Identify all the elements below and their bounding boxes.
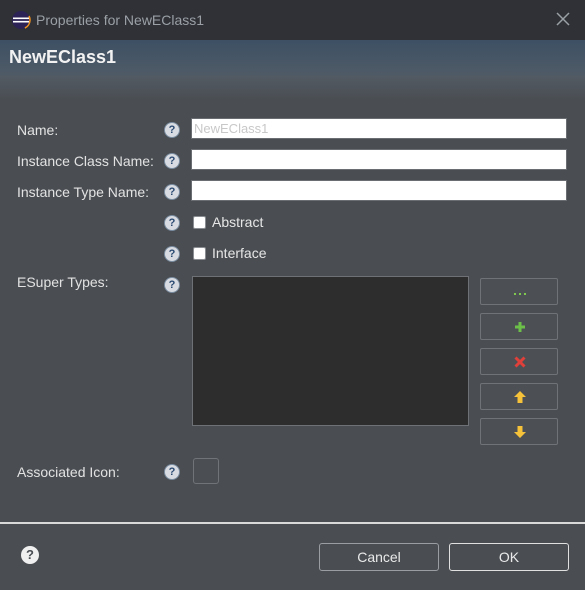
footer-separator (0, 522, 585, 524)
properties-dialog: Properties for NewEClass1 NewEClass1 Nam… (0, 0, 585, 590)
instance-type-name-input[interactable] (191, 180, 567, 201)
browse-icon (514, 293, 526, 295)
move-up-icon (514, 391, 526, 403)
close-icon[interactable] (554, 10, 572, 28)
remove-icon (514, 356, 526, 368)
interface-help-icon[interactable]: ? (164, 246, 180, 262)
abstract-help-icon[interactable]: ? (164, 215, 180, 231)
name-help-icon[interactable]: ? (164, 122, 180, 138)
move-down-icon (514, 426, 526, 438)
name-label: Name: (17, 122, 59, 138)
header-shadow (0, 76, 585, 100)
instance-class-name-label: Instance Class Name: (17, 153, 154, 169)
browse-button[interactable] (480, 278, 558, 305)
add-icon (515, 322, 525, 332)
name-input[interactable] (191, 118, 567, 139)
move-up-button[interactable] (480, 383, 558, 410)
help-icon[interactable]: ? (21, 546, 39, 564)
abstract-checkbox[interactable] (193, 216, 206, 229)
instance-type-name-help-icon[interactable]: ? (164, 184, 180, 200)
page-title: NewEClass1 (9, 47, 117, 67)
esuper-types-label: ESuper Types: (17, 274, 109, 290)
instance-class-name-help-icon[interactable]: ? (164, 153, 180, 169)
dialog-header: NewEClass1 (0, 40, 585, 76)
instance-class-name-input[interactable] (191, 149, 567, 170)
move-down-button[interactable] (480, 418, 558, 445)
window-title: Properties for NewEClass1 (36, 12, 205, 28)
title-bar[interactable]: Properties for NewEClass1 (0, 0, 585, 40)
associated-icon-label: Associated Icon: (17, 464, 120, 480)
esuper-types-help-icon[interactable]: ? (164, 277, 180, 293)
interface-label[interactable]: Interface (212, 245, 266, 261)
ok-button[interactable]: OK (449, 543, 569, 571)
interface-checkbox[interactable] (193, 247, 206, 260)
cancel-button[interactable]: Cancel (319, 543, 439, 571)
eclipse-logo-icon (11, 10, 31, 30)
esuper-types-list[interactable] (192, 276, 469, 426)
associated-icon-help-icon[interactable]: ? (164, 464, 180, 480)
instance-type-name-label: Instance Type Name: (17, 184, 150, 200)
add-button[interactable] (480, 313, 558, 340)
abstract-label[interactable]: Abstract (212, 214, 263, 230)
associated-icon-picker[interactable] (193, 458, 219, 484)
remove-button[interactable] (480, 348, 558, 375)
